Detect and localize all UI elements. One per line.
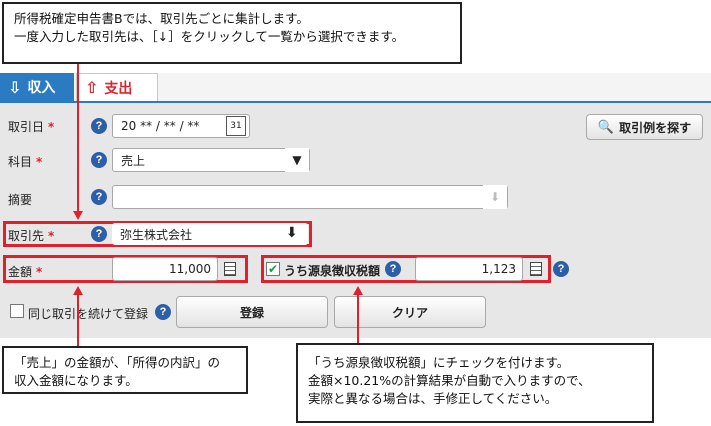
- top-callout: 所得税確定申告書Bでは、取引先ごとに集計します。 一度入力した取引先は、［↓］を…: [2, 2, 462, 64]
- repeat-label: 同じ取引を続けて登録: [28, 307, 149, 321]
- summary-label: 摘要: [8, 193, 33, 207]
- register-button[interactable]: 登録: [176, 296, 328, 328]
- tab-bar: ⇩ 収入 ⇧ 支出: [0, 73, 711, 103]
- amount-label: 金額 *: [8, 265, 43, 279]
- withholding-help-icon[interactable]: ?: [385, 261, 401, 277]
- tab-income[interactable]: ⇩ 収入: [0, 73, 74, 101]
- partner-help-icon[interactable]: ?: [91, 226, 107, 242]
- date-help-icon[interactable]: ?: [91, 118, 107, 134]
- account-select[interactable]: 売上 ▼: [112, 148, 310, 172]
- search-icon: 🔍: [597, 119, 615, 135]
- account-label: 科目 *: [8, 155, 43, 169]
- bottom-right-callout-line3: 実際と異なる場合は、手修正してください。: [308, 391, 558, 406]
- amount-input[interactable]: 11,000: [112, 257, 218, 281]
- withholding-value: 1,123: [481, 262, 516, 276]
- date-label: 取引日 *: [8, 120, 55, 134]
- partner-dropdown-arrow-icon[interactable]: ⬇: [286, 225, 298, 241]
- bottom-left-callout: 「売上」の金額が、「所得の内訳」の 収入金額になります。: [2, 346, 248, 394]
- account-value: 売上: [121, 153, 146, 168]
- summary-input[interactable]: ⬇: [112, 185, 508, 209]
- calendar-icon[interactable]: 31: [226, 116, 246, 136]
- bottom-left-callout-line1: 「売上」の金額が、「所得の内訳」の: [14, 355, 221, 370]
- top-connector-arrowhead: [73, 211, 83, 220]
- date-value: 20 ** / ** / **: [121, 119, 200, 133]
- partner-input[interactable]: 弥生株式会社: [112, 223, 308, 245]
- income-arrow-icon: ⇩: [8, 77, 22, 97]
- withholding-input[interactable]: 1,123: [415, 257, 523, 281]
- register-label: 登録: [239, 305, 264, 320]
- summary-help-icon[interactable]: ?: [91, 189, 107, 205]
- account-help-icon[interactable]: ?: [91, 152, 107, 168]
- bottom-left-connector-line: [77, 294, 79, 346]
- expense-arrow-icon: ⇧: [85, 78, 99, 97]
- bottom-left-connector-arrowhead: [73, 286, 83, 295]
- repeat-checkbox[interactable]: [10, 304, 24, 318]
- withholding-calculator-icon[interactable]: [530, 262, 542, 279]
- find-example-button[interactable]: 🔍 取引例を探す: [586, 114, 703, 140]
- top-connector-line: [77, 64, 79, 211]
- bottom-right-connector-arrowhead: [353, 286, 363, 295]
- clear-label: クリア: [391, 305, 428, 320]
- withholding-extra-help-icon[interactable]: ?: [553, 261, 569, 277]
- bottom-right-callout: 「うち源泉徴収税額」にチェックを付けます。 金額×10.21%の計算結果が自動で…: [296, 343, 654, 423]
- amount-calculator-icon[interactable]: [224, 262, 236, 279]
- bottom-right-callout-line1: 「うち源泉徴収税額」にチェックを付けます。: [308, 355, 570, 370]
- tab-expense-label: 支出: [104, 80, 133, 97]
- bottom-right-callout-line2: 金額×10.21%の計算結果が自動で入りますので、: [308, 373, 591, 388]
- top-callout-line1: 所得税確定申告書Bでは、取引先ごとに集計します。: [14, 11, 309, 26]
- partner-label: 取引先 *: [8, 229, 55, 243]
- amount-value: 11,000: [169, 262, 211, 276]
- summary-dropdown-icon[interactable]: ⬇: [483, 185, 507, 209]
- find-example-label: 取引例を探す: [619, 120, 692, 135]
- top-callout-line2: 一度入力した取引先は、［↓］をクリックして一覧から選択できます。: [14, 29, 405, 44]
- withholding-checkbox[interactable]: ✔: [266, 262, 280, 276]
- bottom-right-connector-line: [357, 294, 359, 343]
- tab-expense[interactable]: ⇧ 支出: [76, 73, 158, 101]
- chevron-down-icon[interactable]: ▼: [285, 148, 309, 172]
- withholding-label: うち源泉徴収税額: [284, 264, 381, 278]
- bottom-left-callout-line2: 収入金額になります。: [14, 373, 138, 388]
- repeat-help-icon[interactable]: ?: [155, 304, 171, 320]
- tab-income-label: 収入: [27, 80, 56, 96]
- partner-value: 弥生株式会社: [120, 227, 193, 242]
